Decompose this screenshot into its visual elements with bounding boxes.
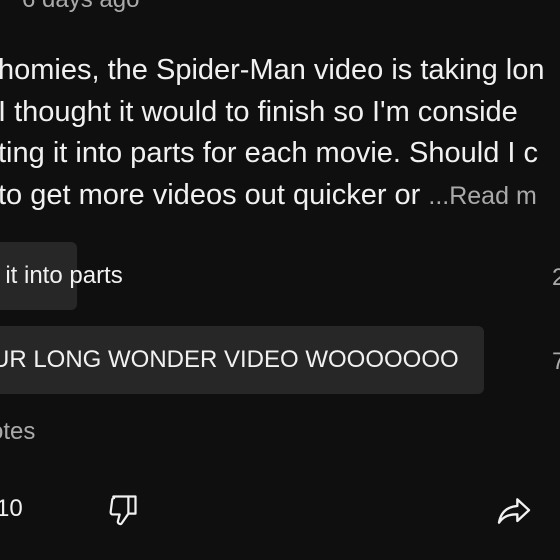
post-text-line: homies, the Spider-Man video is taking l… — [0, 54, 545, 86]
dislike-button[interactable] — [104, 488, 148, 532]
poll-option-percent: 7 — [552, 348, 560, 375]
dislike-icon — [107, 491, 145, 529]
post-timestamp: 6 days ago — [22, 0, 139, 14]
poll-option-label: t it into parts — [0, 262, 123, 289]
poll-votes: otes — [0, 418, 36, 445]
share-button[interactable] — [492, 489, 536, 533]
post-text-line: I thought it would to finish so I'm cons… — [0, 95, 518, 128]
poll-option-label: UR LONG WONDER VIDEO WOOOOOOO — [0, 346, 459, 373]
poll-option-2[interactable]: UR LONG WONDER VIDEO WOOOOOOO — [0, 326, 484, 394]
like-count: 10 — [0, 495, 23, 522]
post-text-last-line: to get more videos out quicker or — [0, 178, 429, 211]
share-icon — [494, 491, 534, 531]
poll-option-1[interactable]: t it into parts — [0, 242, 123, 310]
post-text-line: ting it into parts for each movie. Shoul… — [0, 137, 538, 169]
post-text: homies, the Spider-Man video is taking l… — [0, 50, 544, 217]
read-more-link[interactable]: ...Read m — [428, 182, 536, 210]
post-text-line: to get more videos out quicker or ...Rea… — [0, 175, 544, 218]
poll-option-percent: 2 — [552, 264, 560, 291]
